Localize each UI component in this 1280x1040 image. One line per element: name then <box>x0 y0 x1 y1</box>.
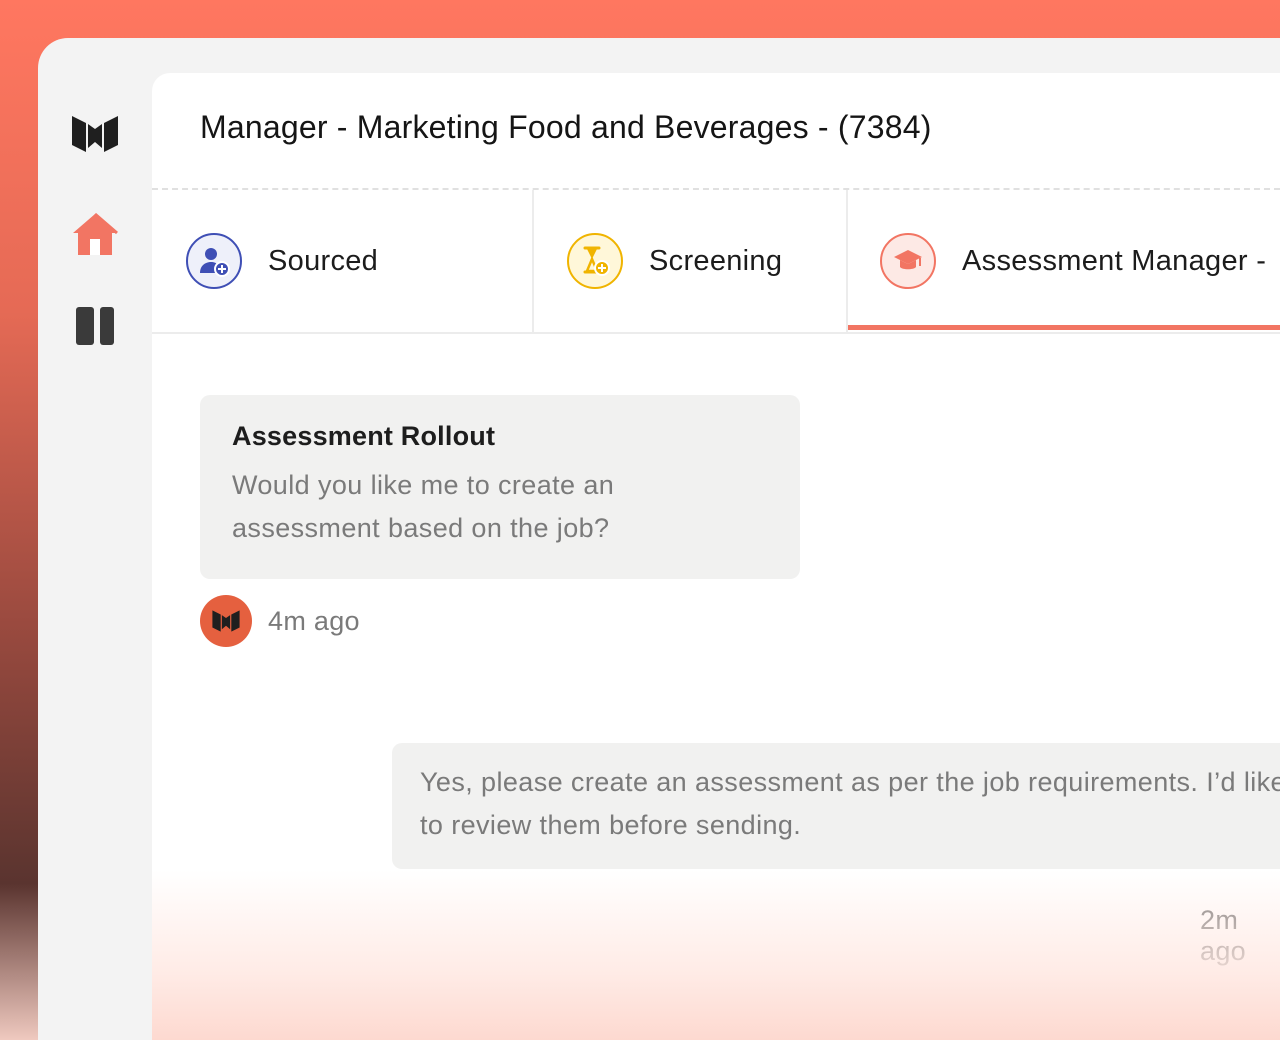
nav-rail <box>38 38 152 1040</box>
page-title: Manager - Marketing Food and Beverages -… <box>200 109 932 145</box>
bottom-fade <box>152 870 1280 1040</box>
logo-icon[interactable] <box>69 108 121 160</box>
app-window: Manager - Marketing Food and Beverages -… <box>38 38 1280 1040</box>
tab-label: Sourced <box>268 244 379 277</box>
tab-divider <box>532 190 534 332</box>
main-panel: Manager - Marketing Food and Beverages -… <box>152 73 1280 1040</box>
pipeline-tabs: Sourced Screening Assessment Manager - <box>152 190 1280 334</box>
tab-screening[interactable]: Screening <box>567 190 782 332</box>
logo-icon <box>212 610 240 632</box>
tab-divider <box>846 190 848 332</box>
avatar <box>200 595 252 647</box>
message-time: 2m ago <box>1200 905 1246 966</box>
message-text: Would you like me to create an assessmen… <box>232 470 615 543</box>
tab-sourced[interactable]: Sourced <box>186 190 378 332</box>
tab-label: Assessment Manager - <box>962 244 1267 277</box>
assistant-message: Assessment Rollout Would you like me to … <box>200 395 800 579</box>
message-title: Assessment Rollout <box>232 421 496 451</box>
message-time: 4m ago <box>268 605 360 636</box>
message-text: Yes, please create an assessment as per … <box>420 767 1280 840</box>
hourglass-plus-icon <box>567 233 623 289</box>
active-tab-indicator <box>848 325 1280 330</box>
message-meta: 2m ago <box>1200 905 1280 967</box>
message-meta: 4m ago <box>200 595 360 647</box>
page-header: Manager - Marketing Food and Beverages -… <box>152 73 1280 190</box>
user-message: Yes, please create an assessment as per … <box>392 743 1280 869</box>
home-icon[interactable] <box>69 208 121 260</box>
user-plus-icon <box>186 233 242 289</box>
sidebar-toggle-icon[interactable] <box>69 300 121 352</box>
tab-label: Screening <box>649 244 783 277</box>
tab-assessment-manager[interactable]: Assessment Manager - <box>880 190 1266 332</box>
graduation-cap-icon <box>880 233 936 289</box>
